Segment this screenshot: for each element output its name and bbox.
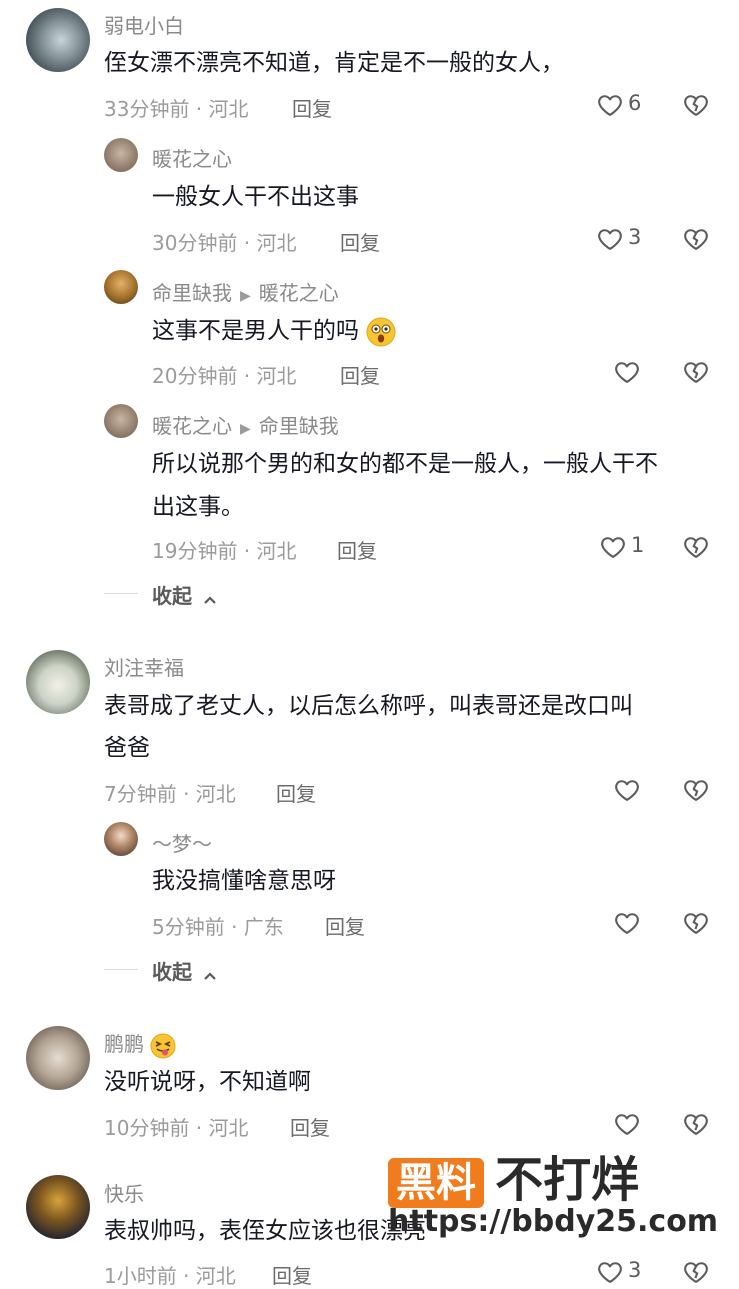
like-heart-icon[interactable] xyxy=(596,91,624,119)
dislike-broken-heart-icon[interactable] xyxy=(682,225,710,253)
like-heart-icon[interactable] xyxy=(613,358,641,386)
dislike-broken-heart-icon[interactable] xyxy=(682,776,710,804)
reply-username[interactable]: 命里缺我 ▶ 暖花之心 xyxy=(152,277,339,306)
dislike-broken-heart-icon[interactable] xyxy=(682,358,710,386)
like-count: 3 xyxy=(628,225,642,249)
collapse-label: 收起 xyxy=(152,584,192,608)
reply-button[interactable]: 回复 xyxy=(290,1112,330,1141)
comment-text: 表叔帅吗，表侄女应该也很漂亮 xyxy=(104,1218,426,1244)
comment-username-text[interactable]: 鹏鹏 xyxy=(104,1032,144,1056)
dislike-broken-heart-icon[interactable] xyxy=(682,909,710,937)
watermark-main-text: 不打烊 xyxy=(495,1152,640,1208)
dislike-broken-heart-icon[interactable] xyxy=(682,1110,710,1138)
reply-username[interactable]: 暖花之心 xyxy=(152,143,232,172)
like-heart-icon[interactable] xyxy=(596,1258,624,1286)
reply-text: 一般女人干不出这事 xyxy=(152,184,359,210)
like-heart-icon[interactable] xyxy=(596,225,624,253)
reply-button[interactable]: 回复 xyxy=(292,93,332,122)
collapse-divider xyxy=(104,969,138,970)
collapse-replies-button[interactable]: 收起 xyxy=(152,580,217,610)
comment-text: 爸爸 xyxy=(104,735,150,761)
comment-time-location: 1小时前 · 河北 xyxy=(104,1264,236,1288)
watermark-box-text: 黑料 xyxy=(388,1158,484,1208)
watermark-url: https://bbdy25.com xyxy=(388,1204,719,1239)
like-count: 3 xyxy=(628,1258,642,1282)
avatar[interactable] xyxy=(104,404,138,438)
reply-text: 出这事。 xyxy=(152,494,244,520)
dislike-broken-heart-icon[interactable] xyxy=(682,91,710,119)
reply-button[interactable]: 回复 xyxy=(340,360,380,389)
reply-arrow-icon: ▶ xyxy=(240,288,251,304)
reply-author[interactable]: 命里缺我 xyxy=(152,281,232,305)
reply-button[interactable]: 回复 xyxy=(340,227,380,256)
reply-text: 所以说那个男的和女的都不是一般人，一般人干不 xyxy=(152,451,658,477)
reply-button[interactable]: 回复 xyxy=(337,535,377,564)
like-heart-icon[interactable] xyxy=(613,909,641,937)
reply-author[interactable]: 暖花之心 xyxy=(152,414,232,438)
like-count: 1 xyxy=(631,533,645,557)
avatar[interactable] xyxy=(26,650,90,714)
comment-time-location: 7分钟前 · 河北 xyxy=(104,782,236,806)
reply-target[interactable]: 命里缺我 xyxy=(259,414,339,438)
dislike-broken-heart-icon[interactable] xyxy=(682,1258,710,1286)
comment-text: 表哥成了老丈人，以后怎么称呼，叫表哥还是改口叫 xyxy=(104,693,633,719)
reply-time-location: 30分钟前 · 河北 xyxy=(152,231,297,255)
avatar[interactable] xyxy=(26,1026,90,1090)
watermark: 黑料 不打烊 xyxy=(388,1140,639,1210)
avatar[interactable] xyxy=(104,270,138,304)
like-heart-icon[interactable] xyxy=(613,1110,641,1138)
comment-time-location: 10分钟前 · 河北 xyxy=(104,1116,249,1140)
reply-username[interactable]: 暖花之心 ▶ 命里缺我 xyxy=(152,410,339,439)
avatar[interactable] xyxy=(26,8,90,72)
reply-button[interactable]: 回复 xyxy=(325,911,365,940)
avatar[interactable] xyxy=(104,138,138,172)
shocked-face-emoji-icon xyxy=(366,317,396,347)
comment-username[interactable]: 刘注幸福 xyxy=(104,652,184,681)
reply-target[interactable]: 暖花之心 xyxy=(259,281,339,305)
tongue-out-emoji-icon xyxy=(150,1033,176,1059)
comment-text: 没听说呀，不知道啊 xyxy=(104,1069,311,1095)
reply-text: 我没搞懂啥意思呀 xyxy=(152,868,336,894)
comment-username[interactable]: 快乐 xyxy=(104,1178,144,1207)
reply-time-location: 20分钟前 · 河北 xyxy=(152,364,297,388)
collapse-divider xyxy=(104,593,138,594)
reply-time-location: 19分钟前 · 河北 xyxy=(152,539,297,563)
comment-username[interactable]: 鹏鹏 xyxy=(104,1028,176,1059)
comment-text: 侄女漂不漂亮不知道，肯定是不一般的女人， xyxy=(104,50,564,76)
collapse-replies-button[interactable]: 收起 xyxy=(152,956,217,986)
like-heart-icon[interactable] xyxy=(599,533,627,561)
comment-time-location: 33分钟前 · 河北 xyxy=(104,97,249,121)
like-heart-icon[interactable] xyxy=(613,776,641,804)
comment-username[interactable]: 弱电小白 xyxy=(104,10,184,39)
avatar[interactable] xyxy=(104,822,138,856)
collapse-label: 收起 xyxy=(152,960,192,984)
chevron-up-icon xyxy=(203,962,217,986)
reply-text: 这事不是男人干的吗 xyxy=(152,310,396,352)
dislike-broken-heart-icon[interactable] xyxy=(682,533,710,561)
chevron-up-icon xyxy=(203,586,217,610)
reply-button[interactable]: 回复 xyxy=(276,778,316,807)
reply-button[interactable]: 回复 xyxy=(272,1260,312,1289)
reply-username[interactable]: ～梦～ xyxy=(152,828,212,857)
reply-time-location: 5分钟前 · 广东 xyxy=(152,915,284,939)
reply-text-content: 这事不是男人干的吗 xyxy=(152,318,359,344)
avatar[interactable] xyxy=(26,1175,90,1239)
like-count: 6 xyxy=(628,91,642,115)
reply-arrow-icon: ▶ xyxy=(240,421,251,437)
